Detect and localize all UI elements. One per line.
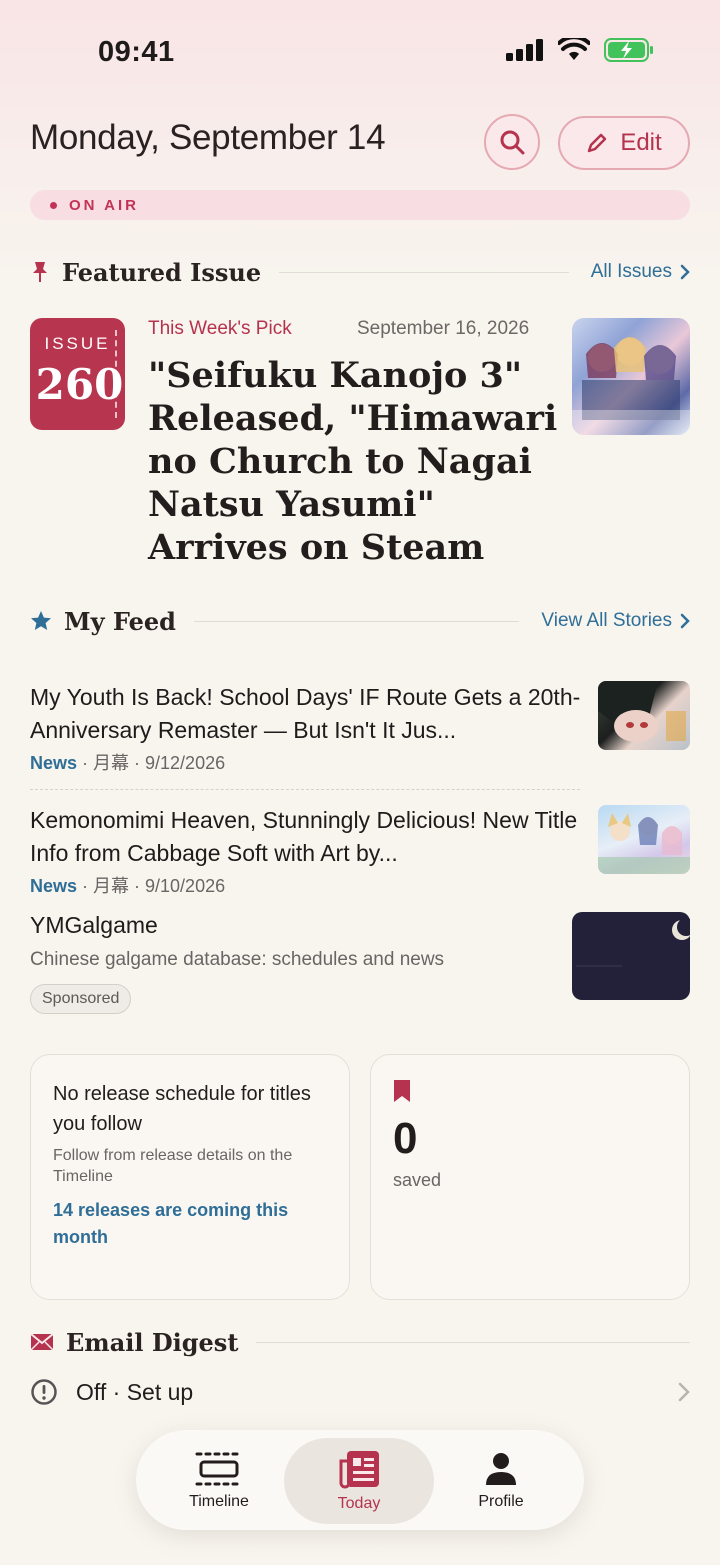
feed-item-thumbnail bbox=[598, 681, 690, 750]
tab-timeline[interactable]: Timeline bbox=[144, 1438, 294, 1524]
moon-icon bbox=[576, 918, 695, 967]
newspaper-icon bbox=[339, 1451, 379, 1489]
feed-item-source-date: · 月幕 · 9/12/2026 bbox=[77, 753, 226, 773]
feed-item[interactable]: My Youth Is Back! School Days' IF Route … bbox=[30, 681, 690, 775]
feed-item-category: News bbox=[30, 876, 78, 896]
pencil-icon bbox=[588, 133, 607, 153]
timeline-icon bbox=[195, 1452, 243, 1486]
feed-item-thumbnail bbox=[598, 805, 690, 874]
chevron-right-icon bbox=[680, 264, 690, 280]
feed-item-category: News bbox=[30, 753, 78, 773]
tab-timeline-label: Timeline bbox=[189, 1493, 249, 1510]
featured-headline[interactable]: "Seifuku Kanojo 3" Released, "Himawari n… bbox=[148, 354, 558, 569]
section-divider bbox=[193, 620, 520, 622]
feed-item-source-date: · 月幕 · 9/10/2026 bbox=[77, 876, 226, 896]
envelope-icon bbox=[30, 1333, 54, 1351]
feed-item-headline: My Youth Is Back! School Days' IF Route … bbox=[30, 684, 581, 743]
tab-profile-label: Profile bbox=[478, 1493, 524, 1510]
battery-charging-icon bbox=[604, 38, 653, 62]
email-digest-row[interactable]: Off · Set up bbox=[30, 1372, 690, 1412]
ticket-perforation bbox=[115, 330, 117, 418]
sponsored-badge: Sponsored bbox=[30, 984, 132, 1014]
email-section-header: Email Digest bbox=[30, 1325, 690, 1359]
release-schedule-card[interactable]: No release schedule for titles you follo… bbox=[30, 1054, 350, 1300]
sponsored-image bbox=[572, 912, 695, 1000]
pin-icon bbox=[33, 262, 47, 282]
issue-label: ISSUE bbox=[44, 334, 111, 353]
featured-date: September 16, 2026 bbox=[357, 318, 530, 339]
feed-section-header: My Feed View All Stories bbox=[30, 604, 690, 638]
tab-today[interactable]: Today bbox=[284, 1438, 434, 1524]
feed-divider bbox=[30, 789, 580, 790]
tab-today-label: Today bbox=[337, 1495, 381, 1512]
section-divider bbox=[279, 271, 569, 273]
saved-count: 0 bbox=[393, 1114, 418, 1163]
email-section-title: Email Digest bbox=[66, 1327, 239, 1357]
featured-section-header: Featured Issue All Issues bbox=[30, 255, 690, 289]
featured-thumbnail[interactable] bbox=[572, 318, 690, 435]
chevron-right-icon bbox=[680, 613, 690, 629]
search-icon bbox=[500, 130, 525, 155]
view-all-stories-link[interactable]: View All Stories bbox=[541, 610, 690, 632]
schedule-card-subtext: Follow from release details on the Timel… bbox=[53, 1147, 293, 1185]
all-issues-label: All Issues bbox=[590, 261, 672, 282]
wifi-icon bbox=[558, 38, 590, 60]
status-icons bbox=[506, 38, 654, 62]
saved-label: saved bbox=[393, 1170, 442, 1190]
anime-screenshot-image bbox=[598, 681, 686, 742]
issue-number: 260 bbox=[35, 360, 124, 409]
feed-section-title: My Feed bbox=[64, 606, 176, 636]
tab-bar: Timeline Today Profile bbox=[136, 1430, 584, 1530]
search-button[interactable] bbox=[484, 114, 540, 170]
on-air-label: ON AIR bbox=[69, 196, 139, 214]
anime-cover-image bbox=[572, 337, 690, 435]
person-icon bbox=[486, 1453, 516, 1485]
live-dot bbox=[50, 201, 57, 209]
feed-item-headline: Kemonomimi Heaven, Stunningly Delicious!… bbox=[30, 807, 578, 866]
feed-item-meta: News · 月幕 · 9/12/2026 bbox=[30, 749, 690, 775]
edit-button[interactable]: Edit bbox=[558, 116, 690, 170]
status-bar: 09:41 bbox=[0, 0, 720, 100]
featured-kicker: This Week's Pick bbox=[148, 318, 292, 339]
featured-section-title: Featured Issue bbox=[62, 257, 262, 287]
upcoming-releases-link[interactable]: 14 releases are coming this month bbox=[53, 1197, 327, 1251]
signal-icon bbox=[506, 39, 543, 61]
issue-badge[interactable]: ISSUE 260 bbox=[30, 318, 125, 430]
saved-card[interactable]: 0 saved bbox=[370, 1054, 690, 1300]
status-time: 09:41 bbox=[98, 36, 175, 68]
schedule-card-heading: No release schedule for titles you follo… bbox=[53, 1083, 311, 1135]
section-divider bbox=[256, 1341, 690, 1343]
sponsored-item[interactable]: YMGalgame Chinese galgame database: sche… bbox=[30, 912, 695, 1014]
view-all-stories-label: View All Stories bbox=[541, 610, 672, 631]
page-title: Monday, September 14 bbox=[30, 118, 386, 157]
feed-item[interactable]: Kemonomimi Heaven, Stunningly Delicious!… bbox=[30, 804, 690, 898]
star-icon bbox=[31, 611, 51, 630]
tab-profile[interactable]: Profile bbox=[426, 1438, 576, 1524]
alert-circle-icon bbox=[31, 1379, 57, 1405]
bookmark-icon bbox=[394, 1080, 410, 1102]
all-issues-link[interactable]: All Issues bbox=[591, 261, 690, 283]
on-air-banner: ON AIR bbox=[30, 190, 690, 220]
feed-item-meta: News · 月幕 · 9/10/2026 bbox=[30, 872, 690, 898]
email-digest-status: Off · Set up bbox=[76, 1378, 194, 1405]
anime-key-visual-image bbox=[598, 813, 690, 874]
edit-label: Edit bbox=[620, 129, 662, 156]
chevron-right-icon bbox=[678, 1382, 690, 1402]
